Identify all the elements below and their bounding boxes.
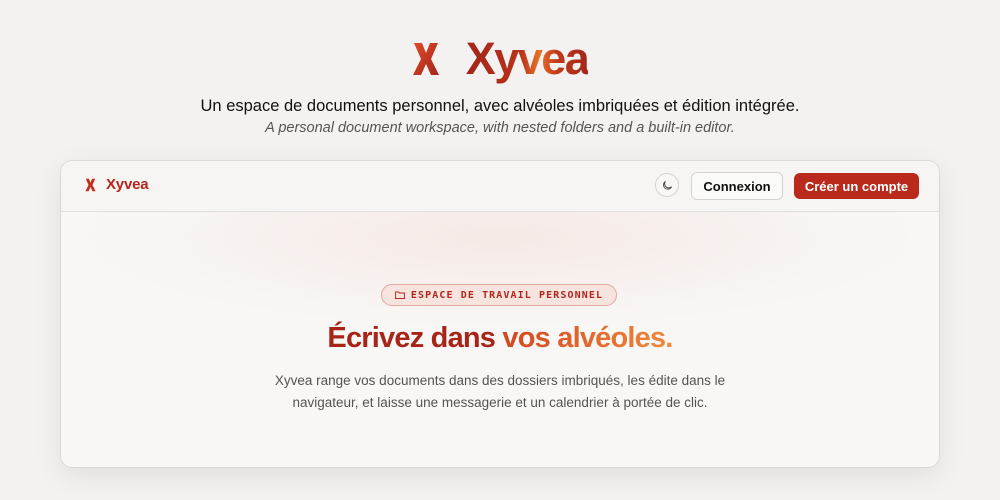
tagline-english: A personal document workspace, with nest… [265,120,735,136]
nav-brand[interactable]: Xyvea [85,176,149,193]
badge-label: ESPACE DE TRAVAIL PERSONNEL [410,289,604,301]
folder-icon [394,291,405,299]
hero-brand-name: Xyvea [465,33,590,84]
xyvea-logo-icon [412,43,439,75]
tagline-french: Un espace de documents personnel, avec a… [200,97,800,115]
login-button[interactable]: Connexion [691,172,783,200]
hero-logo: Xyvea [0,34,1000,84]
hero-content: ESPACE DE TRAVAIL PERSONNEL Écrivez dans… [61,212,939,467]
nav-brand-name: Xyvea [106,176,149,193]
signup-button[interactable]: Créer un compte [794,173,919,199]
headline-part-1: Écrivez dans [327,322,503,354]
workspace-badge: ESPACE DE TRAVAIL PERSONNEL [381,284,617,306]
xyvea-logo-icon [85,178,96,191]
moon-icon [662,180,672,190]
headline-part-2: vos alvéoles. [502,322,673,354]
page-headline: Écrivez dans vos alvéoles. [61,320,939,356]
hero-description: Xyvea range vos documents dans des dossi… [274,373,726,410]
theme-toggle-button[interactable] [655,173,679,197]
top-navigation-bar: Xyvea Connexion Créer un compte [61,161,939,212]
app-preview-window: Xyvea Connexion Créer un compte ESPACE D… [60,160,940,468]
